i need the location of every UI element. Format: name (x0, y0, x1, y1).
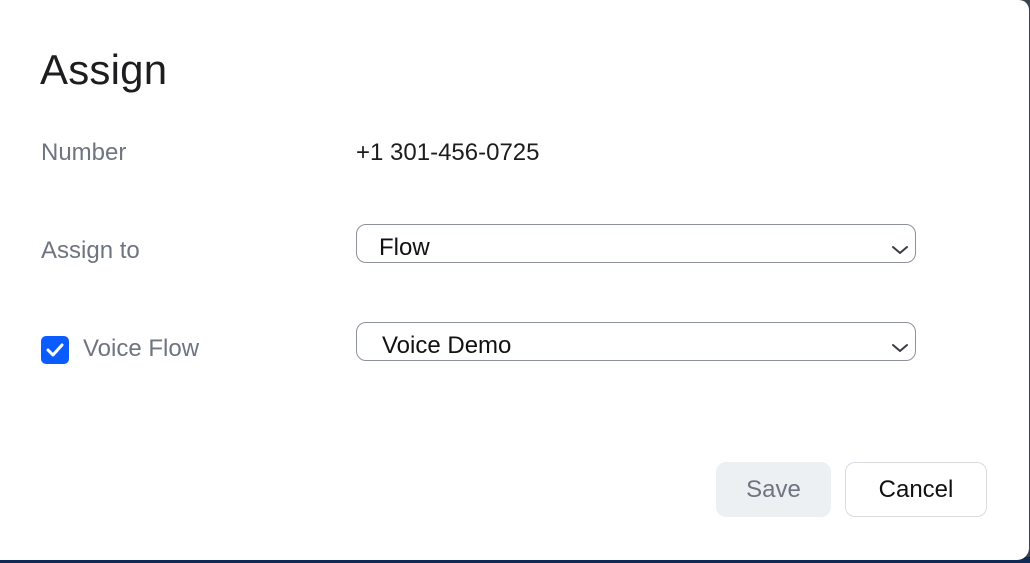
voice-flow-checkbox[interactable] (41, 336, 69, 364)
voice-flow-label[interactable]: Voice Flow (83, 334, 199, 364)
number-value: +1 301-456-0725 (356, 139, 540, 166)
voice-flow-selected-value: Voice Demo (382, 332, 512, 359)
check-icon (46, 343, 64, 357)
assign-to-selected-value: Flow (379, 234, 430, 261)
save-button[interactable]: Save (716, 462, 831, 517)
chevron-down-icon (892, 246, 908, 254)
cancel-button[interactable]: Cancel (845, 462, 987, 517)
assign-to-label: Assign to (41, 237, 140, 264)
voice-flow-select[interactable]: Voice Demo (356, 322, 916, 361)
chevron-down-icon (892, 344, 908, 352)
number-label: Number (41, 139, 127, 166)
assign-dialog: Assign Number +1 301-456-0725 Assign to … (0, 0, 1029, 560)
dialog-title: Assign (40, 46, 168, 93)
assign-to-select[interactable]: Flow (356, 224, 916, 263)
